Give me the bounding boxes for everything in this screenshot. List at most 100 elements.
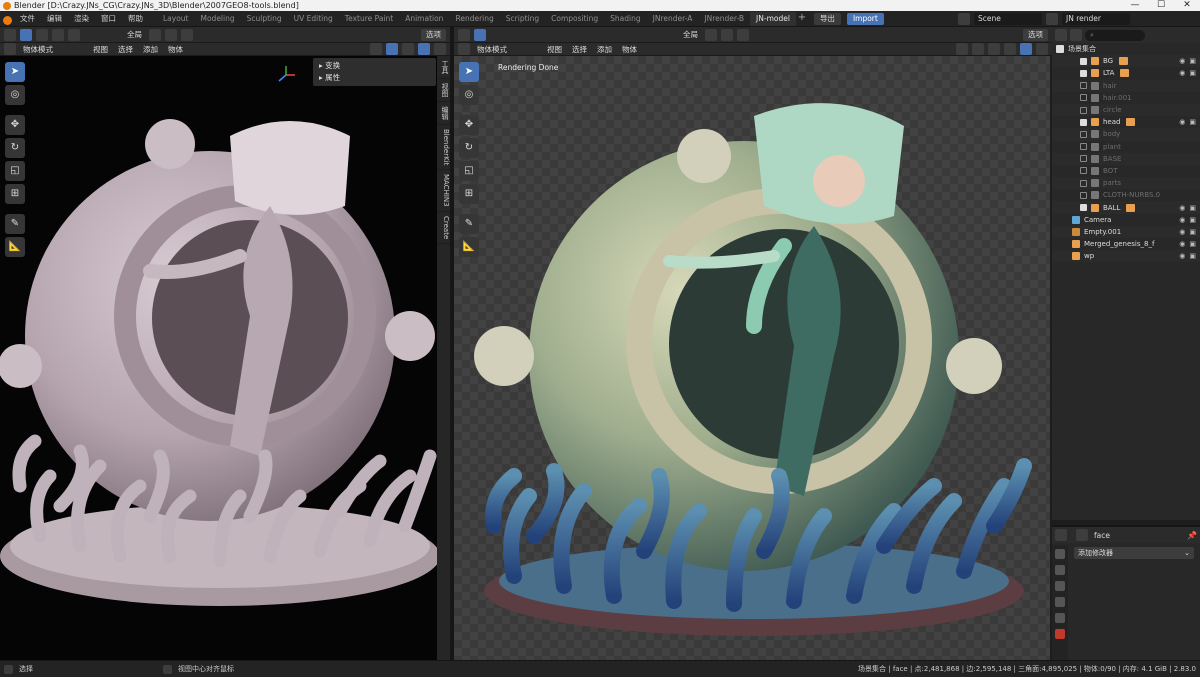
collection-checkbox[interactable]	[1080, 69, 1087, 77]
right-viewport[interactable]: ➤ ◎ ✥ ↻ ◱ ⊞ ✎ 📐	[454, 56, 1050, 660]
xray-icon[interactable]	[402, 43, 414, 55]
collection-checkbox[interactable]	[1080, 155, 1087, 163]
measure-tool-icon[interactable]: 📐	[459, 237, 479, 257]
visibility-eye-icon[interactable]: ◉	[1179, 240, 1185, 248]
transform-tool-icon[interactable]: ⊞	[5, 184, 25, 204]
select-mode-icon[interactable]	[68, 28, 80, 41]
cursor-tool-icon[interactable]: ◎	[5, 85, 25, 105]
tab-jn-model[interactable]: JN-model	[750, 11, 796, 26]
collection-checkbox[interactable]	[1080, 191, 1087, 199]
menu-window[interactable]: 窗口	[95, 13, 122, 24]
collection-checkbox[interactable]	[1080, 82, 1087, 90]
minimize-button[interactable]: —	[1122, 0, 1148, 11]
outliner-row[interactable]: BOT	[1052, 165, 1200, 177]
menu-add[interactable]: 添加	[140, 44, 161, 55]
tab-shading[interactable]: Shading	[604, 12, 646, 26]
render-camera-icon[interactable]: ▣	[1189, 118, 1196, 126]
render-camera-icon[interactable]: ▣	[1189, 204, 1196, 212]
editor-type-icon[interactable]	[458, 28, 470, 41]
move-tool-icon[interactable]: ✥	[459, 115, 479, 135]
shading-rendered-icon[interactable]	[1020, 43, 1032, 55]
tab-jnrender-b[interactable]: JNrender-B	[698, 12, 750, 26]
tab-texture-paint[interactable]: Texture Paint	[339, 12, 399, 26]
snap-icon[interactable]	[165, 28, 177, 41]
editor-type-icon[interactable]	[4, 28, 16, 41]
outliner-row[interactable]: Empty.001 ◉ ▣	[1052, 225, 1200, 238]
sidebar-tab-blenderkit[interactable]: BlenderKit	[437, 125, 450, 171]
menu-view[interactable]: 视图	[544, 44, 565, 55]
view-layer-tab-icon[interactable]	[1055, 597, 1065, 607]
panel-properties[interactable]: ▸ 属性	[319, 72, 430, 84]
shading-wire-icon[interactable]	[988, 43, 1000, 55]
view-layer-field[interactable]: JN render	[1062, 13, 1130, 25]
import-button[interactable]: Import	[846, 12, 884, 25]
collection-checkbox[interactable]	[1080, 204, 1087, 212]
overlay-icon[interactable]	[956, 43, 968, 55]
visibility-eye-icon[interactable]: ◉	[1179, 204, 1185, 212]
render-camera-icon[interactable]: ▣	[1189, 57, 1196, 65]
properties-editor-icon[interactable]	[1055, 529, 1067, 541]
outliner-scene-collection[interactable]: 场景集合	[1052, 43, 1200, 55]
menu-add[interactable]: 添加	[594, 44, 615, 55]
outliner-row[interactable]: plant	[1052, 141, 1200, 153]
select-box-icon[interactable]	[20, 28, 32, 41]
collection-checkbox[interactable]	[1080, 106, 1087, 114]
menu-view[interactable]: 视图	[90, 44, 111, 55]
options-dropdown[interactable]: 选项	[1023, 28, 1048, 41]
proportional-icon[interactable]	[181, 28, 193, 41]
render-camera-icon[interactable]: ▣	[1189, 228, 1196, 236]
outliner-row[interactable]: Merged_genesis_8_f ◉ ▣	[1052, 238, 1200, 250]
outliner-row[interactable]: LTA ◉ ▣	[1052, 67, 1200, 79]
gizmo-icon[interactable]	[386, 43, 398, 55]
transform-tool-icon[interactable]: ⊞	[459, 184, 479, 204]
scale-tool-icon[interactable]: ◱	[459, 161, 479, 181]
select-box-icon[interactable]	[474, 28, 486, 41]
menu-edit[interactable]: 编辑	[41, 13, 68, 24]
tab-jnrender-a[interactable]: JNrender-A	[647, 12, 699, 26]
world-tab-icon[interactable]	[1055, 629, 1065, 639]
tab-layout[interactable]: Layout	[157, 12, 195, 26]
menu-help[interactable]: 帮助	[122, 13, 149, 24]
axis-gizmo-icon[interactable]	[275, 64, 297, 86]
menu-object[interactable]: 物体	[165, 44, 186, 55]
outliner-row[interactable]: hair	[1052, 79, 1200, 92]
collection-checkbox[interactable]	[1080, 57, 1087, 65]
shading-solid-icon[interactable]	[418, 43, 430, 55]
outliner-row[interactable]: BALL ◉ ▣	[1052, 201, 1200, 214]
pause-render-icon[interactable]	[1036, 43, 1048, 55]
tab-modeling[interactable]: Modeling	[195, 12, 241, 26]
select-mode-icon[interactable]	[36, 28, 48, 41]
blender-menu-icon[interactable]	[3, 16, 12, 25]
render-camera-icon[interactable]: ▣	[1189, 216, 1196, 224]
cursor-tool-icon[interactable]: ◎	[459, 85, 479, 105]
tab-compositing[interactable]: Compositing	[545, 12, 604, 26]
render-camera-icon[interactable]: ▣	[1189, 69, 1196, 77]
collection-checkbox[interactable]	[1080, 94, 1087, 102]
outliner-row[interactable]: BASE	[1052, 152, 1200, 165]
outliner-row[interactable]: parts	[1052, 177, 1200, 190]
proportional-icon[interactable]	[737, 28, 749, 41]
visibility-eye-icon[interactable]: ◉	[1179, 69, 1185, 77]
export-button[interactable]: 导出	[813, 12, 841, 25]
outliner-row[interactable]: CLOTH-NURBS.0	[1052, 189, 1200, 201]
left-viewport[interactable]: ➤ ◎ ✥ ↻ ◱ ⊞ ✎ 📐	[0, 56, 437, 660]
pivot-icon[interactable]	[149, 28, 161, 41]
rotate-tool-icon[interactable]: ↻	[5, 138, 25, 158]
transform-orient[interactable]: 全局	[124, 29, 145, 40]
rotate-tool-icon[interactable]: ↻	[459, 138, 479, 158]
menu-object[interactable]: 物体	[619, 44, 640, 55]
output-tab-icon[interactable]	[1055, 581, 1065, 591]
snap-icon[interactable]	[721, 28, 733, 41]
visibility-eye-icon[interactable]: ◉	[1179, 252, 1185, 260]
maximize-button[interactable]: ☐	[1148, 0, 1174, 11]
measure-tool-icon[interactable]: 📐	[5, 237, 25, 257]
filter-icon[interactable]	[1070, 29, 1082, 41]
visibility-eye-icon[interactable]: ◉	[1179, 57, 1185, 65]
annotate-tool-icon[interactable]: ✎	[459, 214, 479, 234]
scale-tool-icon[interactable]: ◱	[5, 161, 25, 181]
outliner-search-input[interactable]: ⌕	[1085, 29, 1145, 41]
select-mode-icon[interactable]	[52, 28, 64, 41]
render-camera-icon[interactable]: ▣	[1189, 252, 1196, 260]
add-workspace-button[interactable]: +	[796, 12, 808, 26]
outliner-editor-icon[interactable]	[1055, 29, 1067, 41]
